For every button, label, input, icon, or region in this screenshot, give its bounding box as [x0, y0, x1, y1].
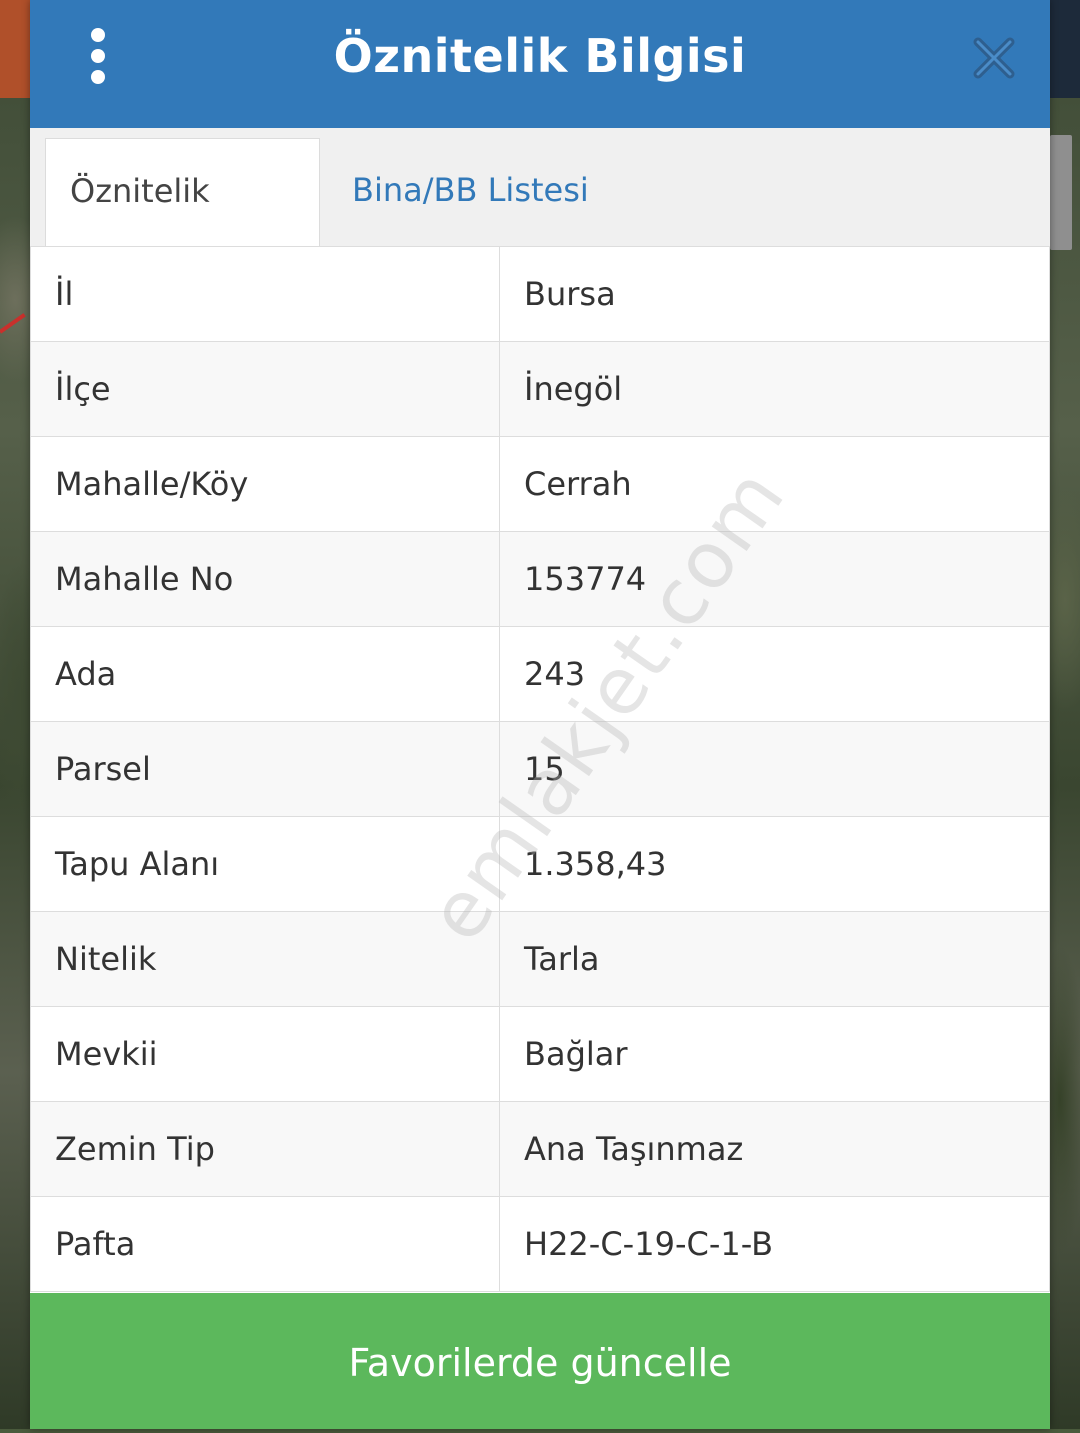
- attribute-info-dialog: Öznitelik Bilgisi Öznitelik Bilgisi Bina…: [30, 0, 1050, 1429]
- attribute-value: 1.358,43: [499, 816, 1050, 912]
- tab-building-list[interactable]: Bina/BB Listesi: [328, 138, 613, 246]
- attribute-table: İl Bursa İlçe İnegöl Mahalle/Köy Cerrah Mahall…: [30, 246, 1050, 1292]
- attribute-key: Ada: [30, 626, 500, 722]
- dialog-header: Öznitelik Bilgisi: [30, 0, 1050, 128]
- attribute-value: Bursa: [499, 246, 1050, 342]
- attribute-key: Zemin Tip: [30, 1101, 500, 1197]
- attribute-value: Cerrah: [499, 436, 1050, 532]
- map-scrollbar[interactable]: [1050, 135, 1072, 250]
- attribute-key: İl: [30, 246, 500, 342]
- table-row: Mevkii Bağlar: [30, 1006, 1050, 1102]
- attribute-value: 243: [499, 626, 1050, 722]
- attribute-key: Parsel: [30, 721, 500, 817]
- attribute-key: Tapu Alanı: [30, 816, 500, 912]
- table-row: Parsel 15: [30, 721, 1050, 817]
- dialog-title: Öznitelik Bilgisi: [333, 29, 747, 83]
- attribute-value: Ana Taşınmaz: [499, 1101, 1050, 1197]
- table-row: İlçe İnegöl: [30, 341, 1050, 437]
- table-row: Ada 243: [30, 626, 1050, 722]
- attribute-value: Tarla: [499, 911, 1050, 1007]
- table-row: Zemin Tip Ana Taşınmaz: [30, 1101, 1050, 1197]
- close-icon[interactable]: [970, 34, 1018, 82]
- attribute-value: Bağlar: [499, 1006, 1050, 1102]
- map-tile: [1050, 0, 1080, 98]
- attribute-key: Nitelik: [30, 911, 500, 1007]
- attribute-value: H22-C-19-C-1-B: [499, 1196, 1050, 1292]
- attribute-value: 15: [499, 721, 1050, 817]
- table-row: Mahalle/Köy Cerrah: [30, 436, 1050, 532]
- table-row: Tapu Alanı 1.358,43: [30, 816, 1050, 912]
- map-tile: [0, 0, 30, 98]
- attribute-key: Mevkii: [30, 1006, 500, 1102]
- table-row: İl Bursa: [30, 246, 1050, 342]
- attribute-value: 153774: [499, 531, 1050, 627]
- tab-attribute-info[interactable]: Öznitelik Bilgisi: [45, 138, 320, 314]
- attribute-key: İlçe: [30, 341, 500, 437]
- attribute-key: Mahalle No: [30, 531, 500, 627]
- update-favorites-button[interactable]: Favorilerde güncelle: [30, 1293, 1050, 1429]
- table-row: Nitelik Tarla: [30, 911, 1050, 1007]
- table-row: Mahalle No 153774: [30, 531, 1050, 627]
- tab-bar: Öznitelik Bilgisi Bina/BB Listesi: [30, 128, 1050, 314]
- table-row: Pafta H22-C-19-C-1-B: [30, 1196, 1050, 1292]
- attribute-key: Pafta: [30, 1196, 500, 1292]
- attribute-value: İnegöl: [499, 341, 1050, 437]
- attribute-key: Mahalle/Köy: [30, 436, 500, 532]
